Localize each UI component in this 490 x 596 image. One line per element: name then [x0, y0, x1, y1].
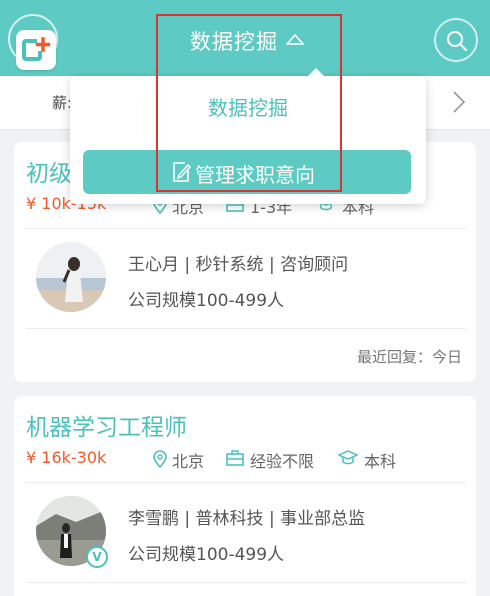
divider [26, 582, 466, 583]
recruiter-info: 李雪鹏 | 普林科技 | 事业部总监 [128, 509, 366, 529]
add-plus-icon [16, 30, 56, 70]
job-title: 初级 [26, 161, 72, 187]
verified-badge: V [86, 546, 108, 568]
divider [26, 482, 466, 483]
divider [26, 228, 466, 229]
highlight-box [156, 14, 342, 192]
add-button[interactable] [8, 14, 58, 70]
search-icon [447, 31, 467, 51]
company-size: 公司规模100-499人 [128, 545, 285, 565]
company-size: 公司规模100-499人 [128, 291, 285, 311]
search-button[interactable] [434, 18, 478, 62]
education-text: 本科 [364, 452, 397, 471]
location-text: 北京 [172, 452, 205, 471]
experience-text: 经验不限 [250, 452, 315, 471]
avatar[interactable] [36, 242, 106, 312]
job-title: 机器学习工程师 [26, 415, 187, 441]
job-card[interactable]: 机器学习工程师 ¥ 16k-30k 北京 经验不限 本科 V 李雪鹏 | 普林科… [14, 396, 476, 596]
graduation-cap-icon [338, 450, 358, 465]
chevron-right-icon[interactable] [452, 90, 466, 114]
briefcase-icon [226, 450, 244, 466]
recruiter-info: 王心月 | 秒针系统 | 咨询顾问 [128, 255, 349, 275]
location-icon [153, 450, 167, 468]
salary-text: ¥ 16k-30k [26, 448, 107, 467]
divider [26, 328, 466, 329]
last-reply-text: 最近回复：今日 [356, 348, 462, 366]
